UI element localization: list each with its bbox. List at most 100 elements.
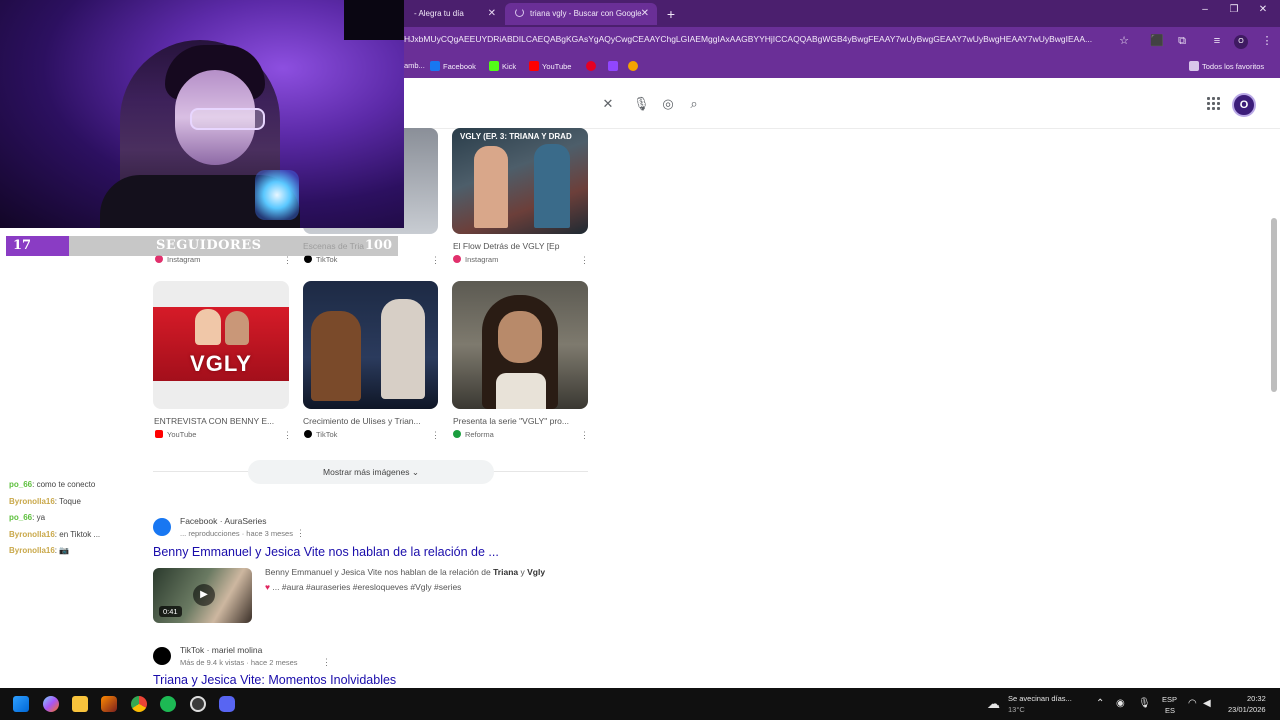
play-icon[interactable]: ▶ xyxy=(193,584,215,606)
bookmark-favicon-icon xyxy=(628,61,638,71)
webcam-lamp xyxy=(255,170,299,220)
more-options-icon[interactable]: ⋮ xyxy=(580,255,589,266)
image-result[interactable]: VGLY xyxy=(153,281,289,409)
more-options-icon[interactable]: ⋮ xyxy=(580,430,589,441)
search-box[interactable]: ✕ 🎙 ◎ ⌕ xyxy=(404,90,714,120)
tab-label: triana vgly - Buscar con Google xyxy=(530,9,642,18)
chevron-up-icon[interactable]: ⌃ xyxy=(1096,698,1104,709)
more-options-icon[interactable]: ⋮ xyxy=(296,528,305,539)
spotify-icon[interactable] xyxy=(160,696,176,712)
page-scrollbar[interactable] xyxy=(1271,218,1277,392)
image-source[interactable]: Instagram xyxy=(155,255,200,264)
language-top[interactable]: ESP xyxy=(1162,695,1177,704)
result-meta: Más de 9.4 k vistas · hace 2 meses xyxy=(180,658,298,667)
result-site[interactable]: TikTok · mariel molina xyxy=(180,645,262,655)
tab-google-search[interactable]: triana vgly - Buscar con Google ✕ xyxy=(505,3,657,25)
thumbnail-face xyxy=(498,311,542,363)
image-result[interactable]: VGLY (EP. 3: TRIANA Y DRAD xyxy=(452,128,588,234)
reforma-icon xyxy=(453,430,461,438)
result-title-link[interactable]: Triana y Jesica Vite: Momentos Inolvidab… xyxy=(153,673,396,687)
language-bottom: ES xyxy=(1165,706,1176,715)
bookmark-youtube[interactable]: YouTube xyxy=(529,61,571,71)
star-icon[interactable]: ☆ xyxy=(1117,34,1131,48)
snippet-highlight: Triana xyxy=(493,567,519,577)
extensions-icon[interactable]: ⧉ xyxy=(1175,34,1189,48)
media-control-icon[interactable]: ≡ xyxy=(1210,34,1224,48)
account-avatar[interactable]: O xyxy=(1232,93,1256,117)
url-field[interactable]: HJxbMUyCQgAEEUYDRiABDILCAEQABgKGAsYgAQyC… xyxy=(404,34,1114,44)
image-source[interactable]: TikTok xyxy=(304,430,337,439)
weather-temp: 13°C xyxy=(1008,705,1025,714)
clear-search-icon[interactable]: ✕ xyxy=(600,96,616,112)
video-thumbnail[interactable]: ▶ 0:41 xyxy=(153,568,252,623)
discord-icon[interactable] xyxy=(219,696,235,712)
clock-date: 23/01/2026 xyxy=(1228,705,1266,714)
microphone-icon[interactable]: 🎙 xyxy=(1138,698,1151,709)
chat-username: Byronolla16 xyxy=(9,546,55,555)
close-tab-icon[interactable]: ✕ xyxy=(488,3,496,25)
minimize-icon[interactable]: – xyxy=(1198,4,1212,15)
wifi-icon[interactable]: ◠ xyxy=(1188,698,1197,709)
app-icon[interactable] xyxy=(101,696,117,712)
bookmark-item[interactable]: amb... xyxy=(404,61,425,70)
source-label: Instagram xyxy=(167,255,201,264)
search-icon[interactable]: ⌕ xyxy=(686,96,702,112)
google-apps-icon[interactable] xyxy=(1207,97,1221,111)
more-options-icon[interactable]: ⋮ xyxy=(283,430,292,441)
image-source[interactable]: TikTok xyxy=(304,255,337,264)
chrome-icon[interactable] xyxy=(131,696,147,712)
image-result[interactable] xyxy=(303,281,438,409)
thumbnail-figure xyxy=(311,311,361,401)
close-tab-icon[interactable]: ✕ xyxy=(641,3,649,25)
all-bookmarks-label: Todos los favoritos xyxy=(1202,62,1265,71)
new-tab-icon[interactable]: + xyxy=(664,3,678,25)
tiktok-icon xyxy=(304,255,312,263)
chat-text: : en Tiktok ... xyxy=(54,529,101,539)
lens-icon[interactable]: ◎ xyxy=(660,96,676,112)
chat-message: Byronolla16: 📷 xyxy=(9,543,209,560)
bookmark-kick[interactable]: Kick xyxy=(489,61,516,71)
bookmark-twitch[interactable] xyxy=(608,61,621,71)
pdf-extension-icon[interactable]: ⬛ xyxy=(1150,34,1164,48)
image-source[interactable]: Reforma xyxy=(453,430,494,439)
taskbar: ☁ Se avecinan días... 13°C ⌃ ◉ 🎙 ESP ES … xyxy=(0,688,1280,720)
maximize-icon[interactable]: ❐ xyxy=(1227,4,1241,15)
pinterest-icon xyxy=(586,61,596,71)
copilot-icon[interactable] xyxy=(43,696,59,712)
weather-icon[interactable]: ☁ xyxy=(987,696,1000,712)
webcam-overlay xyxy=(0,0,404,228)
show-more-images-button[interactable]: Mostrar más imágenes ⌄ xyxy=(248,460,494,484)
chat-text: : Toque xyxy=(54,496,81,506)
image-result[interactable] xyxy=(452,281,588,409)
image-source[interactable]: Instagram xyxy=(453,255,498,264)
all-bookmarks[interactable]: Todos los favoritos xyxy=(1189,61,1264,71)
image-source[interactable]: YouTube xyxy=(155,430,196,439)
close-window-icon[interactable]: ✕ xyxy=(1256,4,1270,15)
more-options-icon[interactable]: ⋮ xyxy=(431,430,440,441)
bookmark-pinterest[interactable] xyxy=(586,61,599,71)
file-explorer-icon[interactable] xyxy=(72,696,88,712)
more-options-icon[interactable]: ⋮ xyxy=(322,657,331,668)
tray-app-icon[interactable]: ◉ xyxy=(1116,698,1125,709)
profile-icon[interactable]: O xyxy=(1234,35,1248,49)
tiktok-icon xyxy=(153,647,171,665)
weather-title[interactable]: Se avecinan días... xyxy=(1008,694,1072,703)
chat-username: Byronolla16 xyxy=(9,496,55,506)
more-options-icon[interactable]: ⋮ xyxy=(283,255,292,266)
windows-start-icon[interactable] xyxy=(13,696,29,712)
bookmark-other[interactable] xyxy=(628,61,641,71)
follower-count: 17 xyxy=(13,238,32,253)
thumbnail-figure xyxy=(195,309,221,345)
result-snippet: ♥ ... #aura #auraseries #eresloqueves #V… xyxy=(265,580,461,594)
clock-time[interactable]: 20:32 xyxy=(1247,694,1266,703)
more-options-icon[interactable]: ⋮ xyxy=(431,255,440,266)
menu-icon[interactable]: ⋮ xyxy=(1260,34,1274,48)
voice-search-icon[interactable]: 🎙 xyxy=(633,96,650,112)
bookmark-label: amb... xyxy=(404,61,425,70)
bookmark-facebook[interactable]: Facebook xyxy=(430,61,476,71)
obs-icon[interactable] xyxy=(190,696,206,712)
volume-icon[interactable]: ◀ xyxy=(1203,698,1211,709)
thumbnail-figure xyxy=(381,299,425,399)
tab-alegra[interactable]: - Alegra tu día ✕ xyxy=(404,3,504,25)
tab-label: - Alegra tu día xyxy=(414,9,464,18)
